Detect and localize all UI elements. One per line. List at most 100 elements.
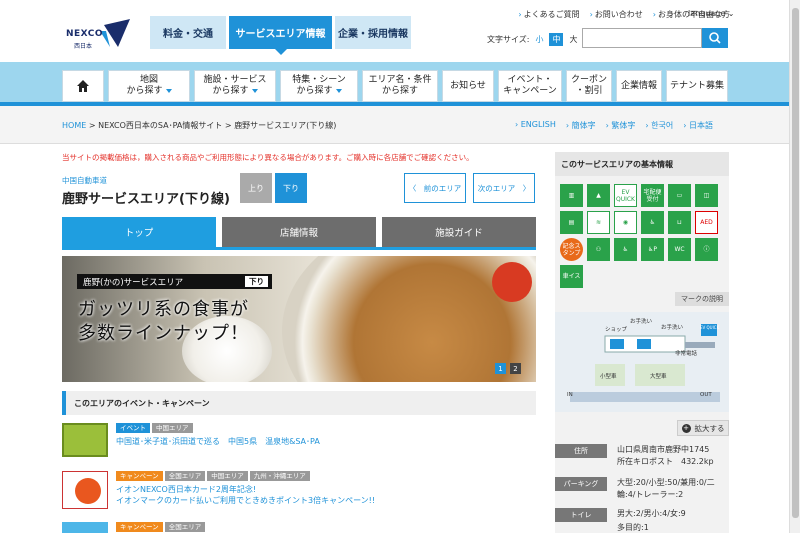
tab-facility-guide[interactable]: 施設ガイド xyxy=(382,217,536,247)
font-size-small[interactable]: 小 xyxy=(532,33,546,46)
next-area-button[interactable]: 次のエリア 〉 xyxy=(473,173,535,203)
road-name: 中国自動車道 xyxy=(62,176,107,185)
nav-event[interactable]: イベント・ キャンペーン xyxy=(498,70,562,102)
nav-area-search[interactable]: エリア名・条件 から探す xyxy=(362,70,438,102)
direction-up-button[interactable]: 上り xyxy=(240,173,272,203)
hero-banner[interactable]: 鹿野(かの)サービスエリア 下り ガッツリ系の食事が 多数ラインナップ！ 1 2 xyxy=(62,256,536,382)
hero-catchcopy: ガッツリ系の食事が 多数ラインナップ！ xyxy=(78,298,249,346)
search-button[interactable] xyxy=(702,28,728,48)
tab-shops[interactable]: 店舗情報 xyxy=(222,217,376,247)
lang-japanese[interactable]: 日本語 xyxy=(683,120,713,131)
nav-map[interactable]: 地図 から探す xyxy=(108,70,190,102)
map-label-restroom: お手洗い xyxy=(661,325,684,331)
font-size-large[interactable]: 大 xyxy=(566,33,580,46)
info-row-toilet-extra: 多目的:1 xyxy=(555,522,729,533)
map-label-shop: ショップ xyxy=(605,327,628,333)
contact-link[interactable]: お問い合わせ xyxy=(590,9,643,20)
info-key: パーキング xyxy=(555,477,607,491)
logo-text: NEXCO xyxy=(66,29,104,39)
lang-korean[interactable]: 한국어 xyxy=(645,120,673,131)
info-value: 大型:20/小型:50/兼用:0/二 輪:4/トレーラー:2 xyxy=(617,477,715,501)
nav-feature[interactable]: 特集・シーン から探す xyxy=(280,70,358,102)
nav-coupon-sub: ・割引 xyxy=(575,86,603,96)
tab-corporate-recruit[interactable]: 企業・採用情報 xyxy=(335,16,411,49)
site-header: NEXCO 西日本 料金・交通 サービスエリア情報 企業・採用情報 よくあるご質… xyxy=(0,0,800,62)
hero-label-bar: 鹿野(かの)サービスエリア 下り xyxy=(77,274,272,289)
stamp-icon: 記念スタンプ xyxy=(560,238,583,261)
info-row-parking: パーキング 大型:20/小型:50/兼用:0/二 輪:4/トレーラー:2 xyxy=(555,477,729,507)
price-notice: 当サイトの掲載価格は，購入される商品やご利用形態により異なる場合があります。ご購… xyxy=(62,153,474,162)
nav-news[interactable]: お知らせ xyxy=(442,70,494,102)
slide-page-1[interactable]: 1 xyxy=(495,363,506,374)
event-thumbnail xyxy=(62,471,108,509)
language-label: language xyxy=(688,9,726,18)
family-icon: ⚇ xyxy=(587,238,610,261)
faq-link[interactable]: よくあるご質問 xyxy=(518,9,580,20)
zoom-label: 拡大する xyxy=(694,423,725,433)
wifi-icon: ≋ xyxy=(587,211,610,234)
search-icon xyxy=(709,32,721,44)
breadcrumb-sep: > xyxy=(222,121,235,130)
language-select[interactable]: language ⌄ xyxy=(688,9,735,18)
event-tag: キャンペーン xyxy=(116,522,163,532)
event-tag: 中国エリア xyxy=(207,471,248,481)
nav-map-label: 地図 xyxy=(139,75,158,85)
page-title: 鹿野サービスエリア(下り線) xyxy=(62,192,230,207)
nav-company[interactable]: 企業情報 xyxy=(616,70,662,102)
lang-simplified[interactable]: 簡体字 xyxy=(566,120,596,131)
font-size-medium[interactable]: 中 xyxy=(549,33,564,46)
mark-description-button[interactable]: マークの説明 xyxy=(675,292,729,306)
aed-icon: AED xyxy=(695,211,718,234)
scrollbar-thumb[interactable] xyxy=(792,8,799,518)
nav-tenant-label: テナント募集 xyxy=(669,80,724,91)
event-item[interactable]: イベント 中国エリア 中国道･米子道･浜田道で巡る 中国5県 温泉地&SA･PA xyxy=(62,423,536,459)
prev-area-button[interactable]: 〈 前のエリア xyxy=(404,173,466,203)
nav-facility[interactable]: 施設・サービス から探す xyxy=(194,70,276,102)
lang-english[interactable]: ENGLISH xyxy=(515,120,556,131)
nav-coupon[interactable]: クーポン ・割引 xyxy=(566,70,612,102)
map-label-phone: 非常電話 xyxy=(675,351,698,357)
map-label-small: 小型車 xyxy=(600,374,617,380)
tab-fare-traffic[interactable]: 料金・交通 xyxy=(150,16,226,49)
info-value-line2: 所在キロポスト 432.2kp xyxy=(617,457,714,466)
event-tag: イベント xyxy=(116,423,150,433)
info-value: 多目的:1 xyxy=(617,523,649,532)
hero-direction-tag: 下り xyxy=(245,276,268,287)
area-map[interactable]: ショップ お手洗い お手洗い EV QUICK 非常電話 小型車 大型車 IN … xyxy=(555,312,729,412)
event-title[interactable]: イオンNEXCO西日本カード2周年記念! イオンマークのカード払いご利用でときめき… xyxy=(116,484,375,506)
lang-traditional[interactable]: 繁体字 xyxy=(606,120,635,131)
nav-news-label: お知らせ xyxy=(450,80,486,91)
slide-page-2[interactable]: 2 xyxy=(510,363,521,374)
event-item[interactable]: キャンペーン 全国エリア 中国エリア 九州・沖縄エリア イオンNEXCO西日本カ… xyxy=(62,471,536,511)
map-icon: ◫ xyxy=(695,184,718,207)
page-scrollbar[interactable] xyxy=(789,0,800,533)
info-icon: ⓘ xyxy=(695,238,718,261)
map-label-restroom: お手洗い xyxy=(630,319,653,325)
nexco-logo[interactable]: NEXCO 西日本 xyxy=(66,17,130,51)
event-title-line2: イオンマークのカード払いご利用でときめきポイント3倍キャンペーン!! xyxy=(116,496,376,505)
chevron-down-icon xyxy=(251,88,258,93)
breadcrumb-sep: > xyxy=(86,121,99,130)
tab-service-area-info[interactable]: サービスエリア情報 xyxy=(229,16,332,55)
map-label-large: 大型車 xyxy=(650,374,667,380)
event-tags: キャンペーン 全国エリア xyxy=(116,522,206,532)
event-tag: 九州・沖縄エリア xyxy=(249,471,310,481)
breadcrumb-current: 鹿野サービスエリア(下り線) xyxy=(234,121,337,130)
tab-top[interactable]: トップ xyxy=(62,217,216,247)
breadcrumb-home[interactable]: HOME xyxy=(62,121,86,130)
breadcrumb-site[interactable]: NEXCO西日本のSA･PA情報サイト xyxy=(98,121,222,130)
event-title[interactable]: 中国道･米子道･浜田道で巡る 中国5県 温泉地&SA･PA xyxy=(116,436,320,447)
zoom-map-button[interactable]: + 拡大する xyxy=(677,420,729,436)
campaign-badge-icon xyxy=(75,478,101,504)
info-row-address: 住所 山口県周南市鹿野中1745 所在キロポスト 432.2kp xyxy=(555,444,729,474)
nav-home[interactable] xyxy=(62,70,104,102)
chevron-down-icon xyxy=(165,88,172,93)
events-heading: このエリアのイベント・キャンペーン xyxy=(62,391,536,415)
event-item[interactable]: キャンペーン 全国エリア xyxy=(62,522,536,533)
search-input[interactable] xyxy=(582,28,702,48)
hero-label: 鹿野(かの)サービスエリア xyxy=(83,278,184,288)
direction-down-button[interactable]: 下り xyxy=(275,173,307,203)
info-value-line1: 大型:20/小型:50/兼用:0/二 xyxy=(617,478,715,487)
event-tag: キャンペーン xyxy=(116,471,163,481)
nav-tenant[interactable]: テナント募集 xyxy=(666,70,728,102)
